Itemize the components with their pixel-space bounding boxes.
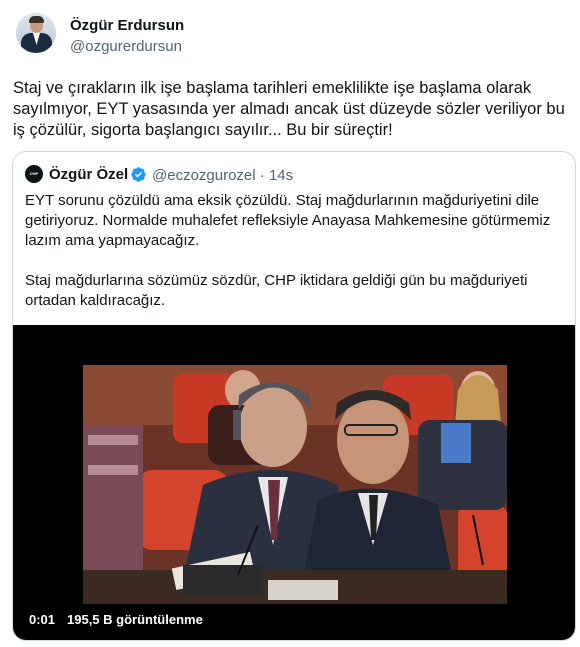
quoted-avatar-logo-text: CHP	[29, 171, 39, 176]
quoted-timestamp[interactable]: · 14s	[256, 167, 293, 184]
verified-badge-icon	[131, 167, 146, 182]
quoted-author-name[interactable]: Özgür Özel	[49, 166, 128, 183]
video-elapsed-time: 0:01	[29, 612, 56, 627]
video-player[interactable]: 0:01 195,5 B görüntülenme	[13, 325, 575, 640]
author-handle[interactable]: @ozgurerdursun	[70, 38, 182, 55]
quoted-tweet[interactable]: CHP Özgür Özel @eczozgurozel · 14s EYT s…	[12, 151, 576, 641]
video-view-count: 195,5 B görüntülenme	[67, 612, 203, 627]
author-name[interactable]: Özgür Erdursun	[70, 17, 184, 34]
quoted-paragraph-2: Staj mağdurlarına sözümüz sözdür, CHP ik…	[25, 272, 528, 309]
quoted-paragraph-1: EYT sorunu çözüldü ama eksik çözüldü. St…	[25, 192, 551, 249]
quoted-author-avatar[interactable]: CHP	[25, 165, 43, 183]
tweet-text: Staj ve çırakların ilk işe başlama tarih…	[13, 79, 565, 139]
author-avatar[interactable]	[16, 13, 56, 53]
video-frame-image	[83, 365, 507, 604]
quoted-handle-text: @eczozgurozel	[152, 167, 256, 184]
quoted-tweet-text: EYT sorunu çözüldü ama eksik çözüldü. St…	[25, 191, 565, 331]
video-frame[interactable]	[83, 365, 507, 604]
quoted-author-handle[interactable]: @eczozgurozel · 14s	[152, 167, 293, 184]
